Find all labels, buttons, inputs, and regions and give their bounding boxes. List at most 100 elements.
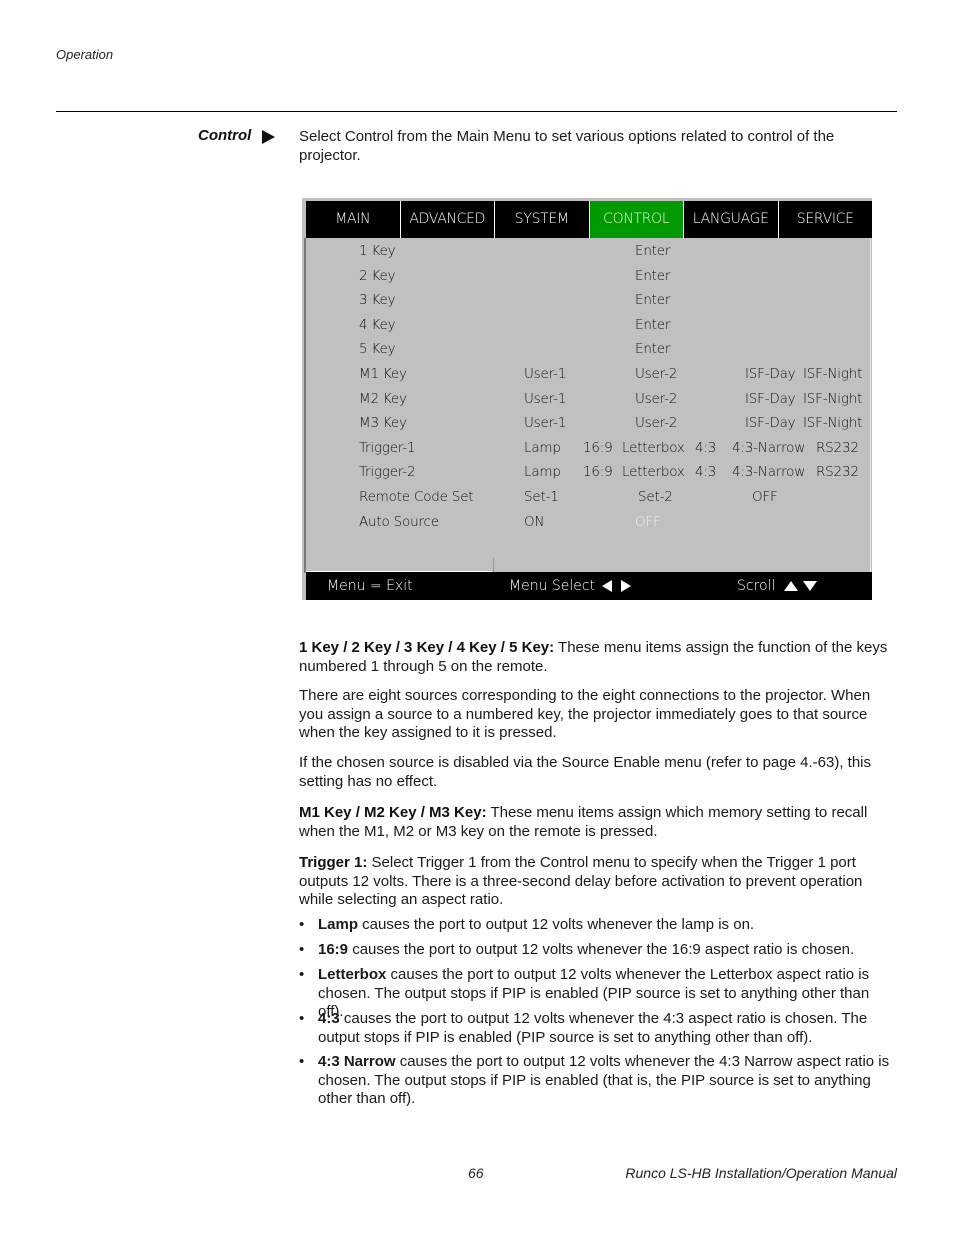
osd-menu-row[interactable]: Auto Source ON OFF [306, 514, 872, 538]
osd-row-label: M3 Key [359, 415, 407, 432]
osd-menu-row[interactable]: M3 Key User-1 User-2 ISF-Day ISF-Night [306, 415, 872, 439]
osd-tab-language[interactable]: LANGUAGE [684, 201, 779, 238]
paragraph-memory-keys: M1 Key / M2 Key / M3 Key: These menu ite… [299, 804, 889, 841]
section-label: Control [198, 127, 252, 144]
desc-trigger1: Select Trigger 1 from the Control menu t… [299, 854, 863, 908]
osd-row-option[interactable]: Enter [635, 317, 670, 333]
bullet-icon: • [299, 916, 305, 933]
osd-menu-screenshot: MAIN ADVANCED SYSTEM CONTROL LANGUAGE SE… [302, 198, 872, 600]
osd-row-option[interactable]: 4:3-Narrow [732, 464, 805, 480]
osd-tab-main[interactable]: MAIN [306, 201, 401, 238]
paragraph-number-keys: 1 Key / 2 Key / 3 Key / 4 Key / 5 Key: T… [299, 639, 889, 676]
osd-row-option[interactable]: User-1 [524, 415, 566, 431]
osd-row-label: Auto Source [359, 513, 439, 530]
section-arrow-icon [262, 130, 275, 144]
term-number-keys: 1 Key / 2 Key / 3 Key / 4 Key / 5 Key: [299, 639, 555, 656]
osd-row-option[interactable]: OFF [635, 514, 661, 530]
osd-row-option[interactable]: User-2 [635, 391, 677, 407]
page-number: 66 [468, 1165, 484, 1181]
osd-menu-row[interactable]: Trigger-2 Lamp 16:9 Letterbox 4:3 4:3-Narrow R… [306, 464, 872, 488]
bullet-term: Lamp [318, 916, 359, 933]
section-intro: Select Control from the Main Menu to set… [299, 128, 835, 164]
osd-footer-bar: Menu = Exit Menu Select Scroll [306, 572, 872, 600]
term-memory-keys: M1 Key / M2 Key / M3 Key: [299, 804, 487, 821]
osd-menu-row[interactable]: 4 Key Enter [306, 317, 872, 341]
bullet-desc: causes the port to output 12 volts whene… [318, 1010, 868, 1046]
osd-menu-row[interactable]: 3 Key Enter [306, 292, 872, 316]
osd-menu-row[interactable]: 5 Key Enter [306, 341, 872, 365]
bullet-term: Letterbox [318, 966, 387, 983]
osd-row-option[interactable]: Lamp [524, 464, 561, 480]
osd-row-option[interactable]: 16:9 [583, 464, 613, 480]
osd-row-option[interactable]: ISF-Night [803, 415, 862, 431]
osd-row-option[interactable]: User-2 [635, 415, 677, 431]
osd-row-option[interactable]: RS232 [816, 440, 859, 456]
osd-row-option[interactable]: Set-2 [638, 489, 673, 505]
osd-row-option[interactable]: Lamp [524, 440, 561, 456]
bullet-icon: • [299, 1010, 305, 1027]
arrow-up-icon [784, 581, 798, 591]
osd-footer-exit: Menu = Exit [327, 578, 413, 594]
bullet-term: 16:9 [318, 941, 349, 958]
osd-row-option[interactable]: User-1 [524, 391, 566, 407]
paragraph-sources: There are eight sources corresponding to… [299, 687, 871, 741]
osd-menu-row[interactable]: Trigger-1 Lamp 16:9 Letterbox 4:3 4:3-Narrow R… [306, 440, 872, 464]
osd-row-option[interactable]: Letterbox [622, 464, 685, 480]
osd-row-option[interactable]: ISF-Day [745, 415, 796, 431]
osd-row-option[interactable]: 4:3-Narrow [732, 440, 805, 456]
osd-row-option[interactable]: Enter [635, 243, 670, 259]
osd-row-option[interactable]: 4:3 [695, 440, 716, 456]
bullet-term: 4:3 Narrow [318, 1053, 396, 1070]
osd-tab-control[interactable]: CONTROL [589, 201, 684, 238]
osd-menu-body: 1 Key Enter 2 Key Enter 3 Key Enter 4 Key Enter… [306, 238, 872, 573]
osd-tab-service[interactable]: SERVICE [779, 201, 873, 238]
arrow-right-icon [621, 580, 631, 592]
running-head: Operation [56, 47, 114, 62]
osd-footer-scroll: Scroll [737, 578, 776, 594]
bullet-desc: causes the port to output 12 volts whene… [318, 1053, 890, 1107]
osd-row-option[interactable]: ISF-Night [803, 366, 862, 382]
osd-row-option[interactable]: ISF-Day [745, 366, 796, 382]
osd-row-option[interactable]: Enter [635, 292, 670, 308]
osd-row-option[interactable]: Letterbox [622, 440, 685, 456]
header-rule [56, 111, 897, 112]
osd-row-label: M2 Key [359, 390, 407, 407]
osd-row-label: Trigger-2 [359, 464, 416, 481]
osd-row-option[interactable]: ISF-Night [803, 391, 862, 407]
osd-row-label: 3 Key [359, 292, 396, 309]
osd-menu-row[interactable]: M2 Key User-1 User-2 ISF-Day ISF-Night [306, 391, 872, 415]
bullet-desc: causes the port to output 12 volts whene… [348, 941, 855, 958]
bullet-icon: • [299, 941, 305, 958]
osd-row-option[interactable]: Enter [635, 268, 670, 284]
manual-title: Runco LS-HB Installation/Operation Manua… [625, 1165, 897, 1181]
osd-menu-row[interactable]: 1 Key Enter [306, 243, 872, 267]
osd-row-label: M1 Key [359, 366, 407, 382]
paragraph-trigger1: Trigger 1: Select Trigger 1 from the Con… [299, 854, 889, 910]
osd-menu-row[interactable]: M1 Key User-1 User-2 ISF-Day ISF-Night [306, 366, 872, 390]
osd-row-option[interactable]: 16:9 [583, 440, 613, 456]
bullet-icon: • [299, 1053, 305, 1070]
osd-tab-bar: MAIN ADVANCED SYSTEM CONTROL LANGUAGE SE… [306, 201, 872, 238]
bullet-icon: • [299, 966, 305, 983]
osd-row-label: 5 Key [359, 341, 396, 358]
osd-row-label: 2 Key [359, 267, 396, 284]
osd-row-label: Trigger-1 [359, 439, 416, 456]
osd-menu-row[interactable]: 2 Key Enter [306, 268, 872, 292]
osd-tab-system[interactable]: SYSTEM [495, 201, 590, 238]
osd-tab-advanced[interactable]: ADVANCED [401, 201, 495, 238]
osd-column-divider [493, 558, 494, 572]
osd-row-option[interactable]: OFF [752, 489, 778, 505]
osd-row-option[interactable]: User-1 [524, 366, 566, 382]
osd-row-option[interactable]: ISF-Day [745, 391, 796, 407]
bullet-desc: causes the port to output 12 volts whene… [358, 916, 755, 933]
osd-row-label: Remote Code Set [359, 489, 474, 505]
osd-menu-row[interactable]: Remote Code Set Set-1 Set-2 OFF [306, 489, 872, 513]
osd-row-option[interactable]: Enter [635, 341, 670, 357]
osd-row-option[interactable]: RS232 [816, 464, 859, 480]
osd-row-option[interactable]: ON [524, 514, 545, 530]
osd-row-label: 1 Key [359, 243, 396, 259]
osd-row-option[interactable]: 4:3 [695, 464, 716, 480]
paragraph-source-disabled: If the chosen source is disabled via the… [299, 754, 871, 790]
osd-row-option[interactable]: Set-1 [524, 489, 559, 505]
osd-row-option[interactable]: User-2 [635, 366, 677, 382]
